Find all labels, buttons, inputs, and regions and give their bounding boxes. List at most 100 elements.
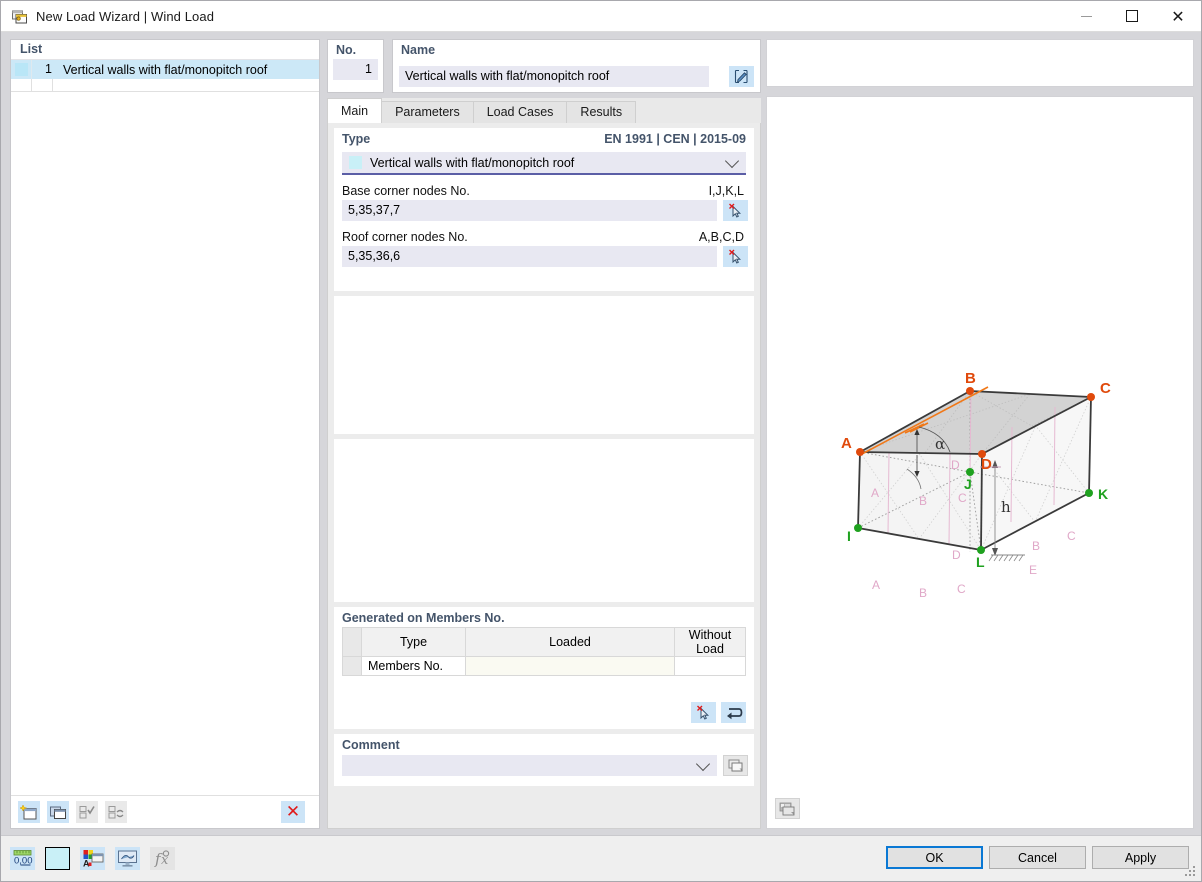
roof-nodes-label: Roof corner nodes No.	[342, 230, 468, 244]
svg-text:D: D	[981, 456, 992, 473]
table-col-type: Type	[361, 627, 466, 657]
svg-text:α: α	[935, 435, 945, 453]
base-nodes-row: 5,35,37,7	[334, 200, 754, 221]
ok-button[interactable]: OK	[886, 846, 983, 869]
svg-text:I: I	[847, 528, 851, 544]
tab-results[interactable]: Results	[566, 101, 637, 123]
generated-members-title: Generated on Members No.	[342, 611, 505, 625]
generated-members-table: Type Loaded Without Load Members No.	[342, 627, 746, 676]
list-panel: List 1 Vertical walls with flat/monopitc…	[10, 39, 320, 829]
new-item-button[interactable]	[18, 801, 40, 823]
svg-text:C: C	[1067, 529, 1076, 543]
svg-text:K: K	[1098, 486, 1108, 502]
pick-nodes-button[interactable]	[723, 200, 748, 221]
record-header: No. 1 Name Vertical walls with flat/mono…	[327, 39, 761, 93]
display-properties-button[interactable]: A	[80, 847, 105, 870]
comment-label: Comment	[342, 738, 400, 752]
new-load-wizard-window: New Load Wizard | Wind Load ✕ List 1 Ver…	[0, 0, 1202, 882]
comment-input[interactable]	[342, 755, 717, 776]
formula-button: f x	[150, 847, 175, 870]
svg-text:J: J	[964, 476, 972, 492]
row-without-load-cell[interactable]	[674, 656, 746, 676]
svg-text:D: D	[951, 458, 960, 472]
cancel-button[interactable]: Cancel	[989, 846, 1086, 869]
name-field-group: Name Vertical walls with flat/monopitch …	[392, 39, 761, 93]
list-item[interactable]: 1 Vertical walls with flat/monopitch roo…	[11, 60, 319, 79]
color-swatch-button[interactable]	[45, 847, 70, 870]
roof-nodes-hint: A,B,C,D	[698, 230, 744, 244]
row-index-cell	[342, 656, 362, 676]
apply-button[interactable]: Apply	[1092, 846, 1189, 869]
tab-main[interactable]: Main	[327, 98, 383, 123]
pick-members-button[interactable]	[691, 702, 716, 723]
preview-settings-button[interactable]	[775, 798, 800, 819]
list-divider	[11, 91, 319, 92]
pick-roof-nodes-button[interactable]	[723, 246, 748, 267]
wizard-window-icon	[11, 8, 28, 25]
name-label: Name	[401, 43, 436, 57]
units-button[interactable]: 0,00	[10, 847, 35, 870]
generated-members-buttons	[691, 702, 746, 723]
list-item-color-cell[interactable]	[11, 60, 31, 79]
base-nodes-hint: I,J,K,L	[708, 184, 744, 198]
svg-text:C: C	[957, 582, 966, 596]
preview-header-panel	[766, 39, 1194, 87]
comment-row	[334, 755, 754, 776]
list-grid-line	[31, 79, 32, 91]
delete-item-button[interactable]: ✕	[281, 801, 305, 823]
comment-library-button[interactable]	[723, 755, 748, 776]
select-all-button	[76, 801, 98, 823]
close-icon[interactable]: ✕	[1155, 1, 1201, 31]
comment-dropdown-chevron-icon[interactable]	[695, 756, 711, 772]
title-bar: New Load Wizard | Wind Load ✕	[1, 1, 1201, 32]
window-controls: ✕	[1063, 1, 1201, 31]
bottom-bar: 0,00 A f x OK Cancel Apply	[1, 835, 1201, 881]
table-col-loaded: Loaded	[465, 627, 675, 657]
base-nodes-input[interactable]: 5,35,37,7	[342, 200, 717, 221]
table-row[interactable]: Members No.	[342, 656, 746, 676]
number-input[interactable]: 1	[333, 59, 378, 80]
number-field-group: No. 1	[327, 39, 384, 93]
tab-strip: Main Parameters Load Cases Results	[327, 98, 761, 123]
tab-parameters[interactable]: Parameters	[381, 101, 474, 123]
list-body: 1 Vertical walls with flat/monopitch roo…	[11, 60, 319, 92]
graphic-view-button[interactable]	[115, 847, 140, 870]
svg-text:L: L	[976, 554, 985, 570]
standard-label: EN 1991 | CEN | 2015-09	[604, 132, 746, 146]
type-dropdown[interactable]: Vertical walls with flat/monopitch roof	[342, 152, 746, 175]
maximize-icon[interactable]	[1109, 1, 1155, 31]
roof-nodes-row: 5,35,36,6	[334, 246, 754, 267]
preview-panel: A B C D I J K L α h A B C D B C E A B C …	[766, 96, 1194, 829]
base-nodes-label-row: Base corner nodes No. I,J,K,L	[334, 175, 754, 200]
svg-text:C: C	[1100, 380, 1111, 397]
parameters-preview-panel	[334, 439, 754, 602]
svg-text:h: h	[1001, 498, 1011, 516]
dialog-buttons: OK Cancel Apply	[886, 846, 1189, 869]
roof-nodes-label-row: Roof corner nodes No. A,B,C,D	[334, 221, 754, 246]
edit-name-button[interactable]	[729, 66, 754, 87]
name-input[interactable]: Vertical walls with flat/monopitch roof	[399, 66, 709, 87]
table-header-row: Type Loaded Without Load	[342, 627, 746, 657]
window-title: New Load Wizard | Wind Load	[36, 8, 215, 24]
list-toolbar: ✕	[11, 795, 319, 828]
row-type-cell: Members No.	[361, 656, 466, 676]
svg-text:B: B	[919, 494, 927, 508]
bottom-toolbar: 0,00 A f x	[10, 847, 175, 870]
svg-text:B: B	[965, 370, 976, 387]
roof-nodes-input[interactable]: 5,35,36,6	[342, 246, 717, 267]
svg-text:C: C	[958, 491, 967, 505]
type-card: Type EN 1991 | CEN | 2015-09 Vertical wa…	[334, 128, 754, 291]
table-col-index	[342, 627, 362, 657]
resize-grip[interactable]	[1185, 866, 1197, 878]
svg-text:B: B	[1032, 539, 1040, 553]
comment-card: Comment	[334, 734, 754, 786]
tab-load-cases[interactable]: Load Cases	[472, 101, 568, 123]
table-col-without-load: Without Load	[674, 627, 746, 657]
type-label: Type	[342, 132, 371, 146]
generated-members-card: Generated on Members No. Type Loaded Wit…	[334, 607, 754, 729]
copy-item-button[interactable]	[47, 801, 69, 823]
row-loaded-cell[interactable]	[465, 656, 675, 676]
minimize-icon[interactable]	[1063, 1, 1109, 31]
reset-members-button[interactable]	[721, 702, 746, 723]
type-preview-panel	[334, 296, 754, 434]
